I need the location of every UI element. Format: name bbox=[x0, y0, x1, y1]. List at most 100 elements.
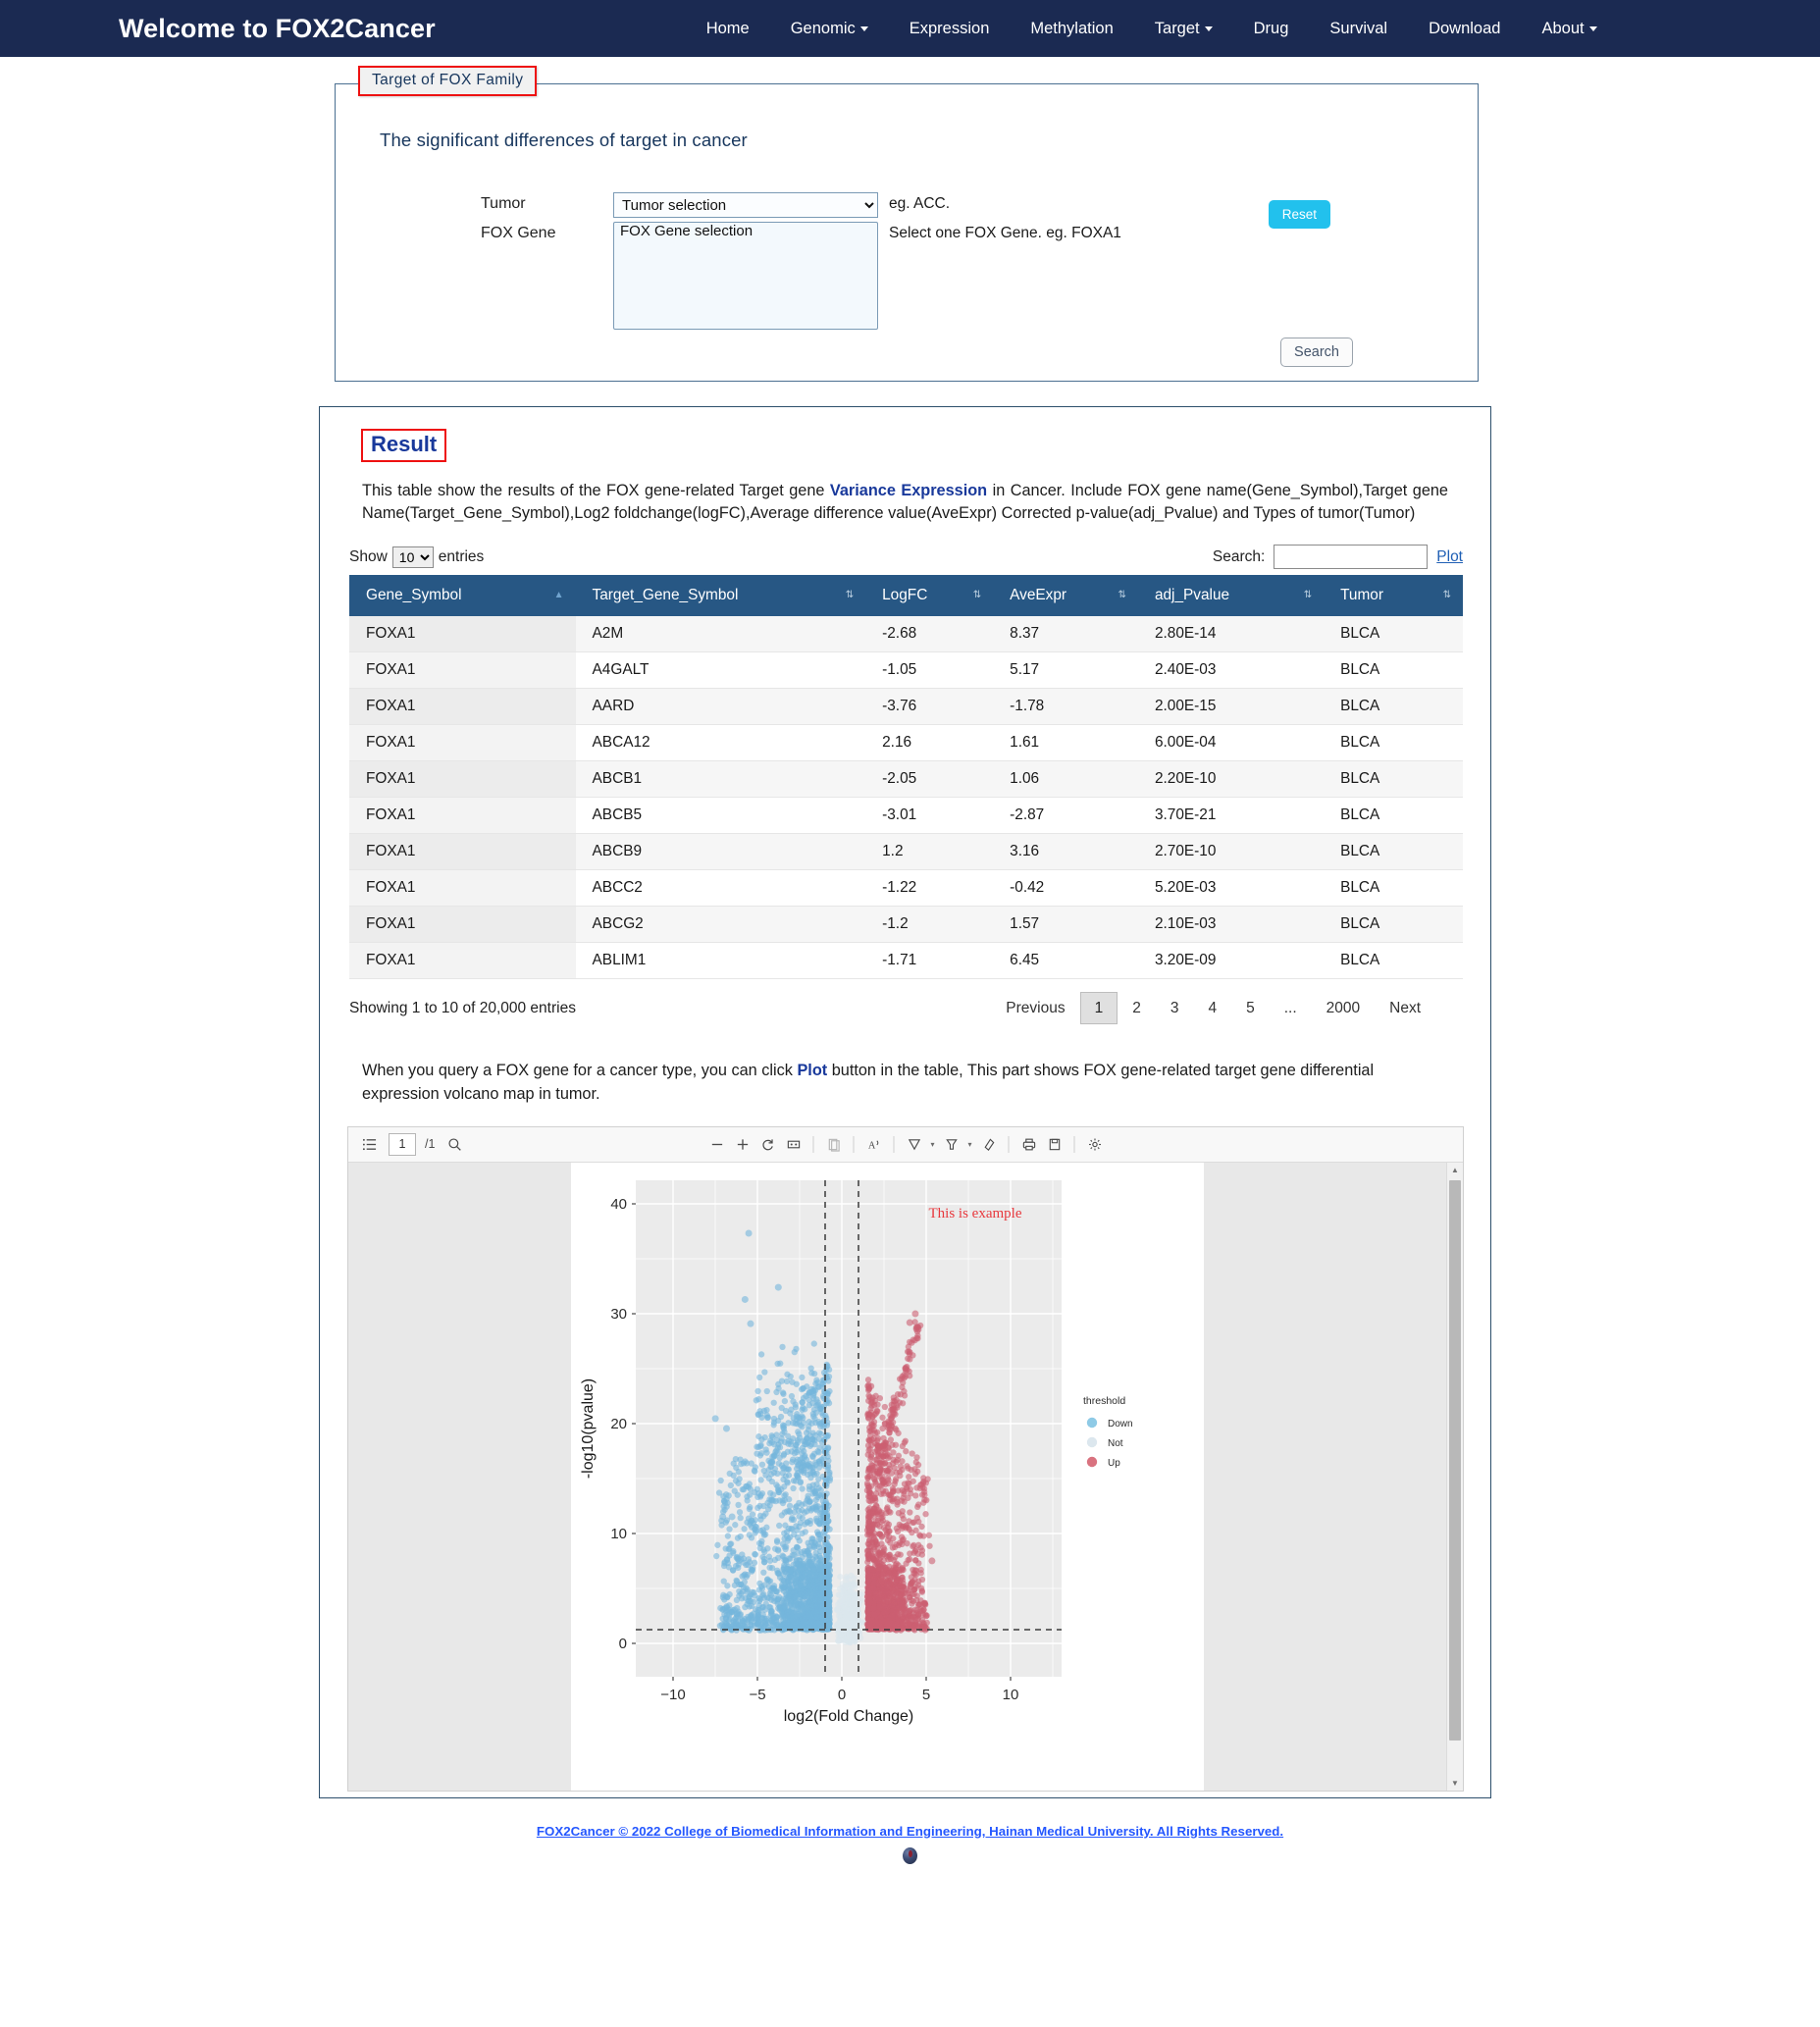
highlight-icon[interactable] bbox=[903, 1133, 924, 1155]
cell-target-gene: ABCB5 bbox=[575, 797, 866, 835]
cell-aveexpr: 8.37 bbox=[993, 616, 1138, 653]
fox-gene-listbox[interactable]: FOX Gene selection bbox=[613, 222, 878, 330]
thumbnails-icon[interactable] bbox=[358, 1133, 380, 1155]
page-4[interactable]: 4 bbox=[1193, 992, 1231, 1024]
col-label: AveExpr bbox=[1010, 587, 1067, 604]
legend-label-not: Not bbox=[1108, 1438, 1123, 1449]
page-view-icon[interactable] bbox=[822, 1133, 844, 1155]
page-2[interactable]: 2 bbox=[1118, 992, 1156, 1024]
table-row[interactable]: FOXA1 ABCB9 1.2 3.16 2.70E-10 BLCA bbox=[349, 833, 1463, 871]
table-row[interactable]: FOXA1 AARD -3.76 -1.78 2.00E-15 BLCA bbox=[349, 688, 1463, 726]
nav-item-home[interactable]: Home bbox=[686, 12, 770, 46]
col-header-aveexpr[interactable]: AveExpr ⇅ bbox=[993, 575, 1138, 617]
nav-item-methylation[interactable]: Methylation bbox=[1010, 12, 1133, 46]
rotate-icon[interactable] bbox=[756, 1133, 778, 1155]
print-icon[interactable] bbox=[1018, 1133, 1040, 1155]
cell-adj-pvalue: 6.00E-04 bbox=[1137, 724, 1325, 762]
nav-item-survival[interactable]: Survival bbox=[1309, 12, 1408, 46]
draw-icon[interactable] bbox=[941, 1133, 962, 1155]
results-table: Gene_Symbol ▲ Target_Gene_Symbol ⇅ LogFC ⇅ … bbox=[349, 575, 1463, 980]
page-previous[interactable]: Previous bbox=[991, 992, 1079, 1024]
scroll-down-icon[interactable]: ▼ bbox=[1447, 1776, 1463, 1791]
scroll-up-icon[interactable]: ▲ bbox=[1447, 1163, 1463, 1178]
plot-intro-text: When you query a FOX gene for a cancer t… bbox=[362, 1060, 1448, 1106]
nav-item-about[interactable]: About bbox=[1521, 12, 1617, 46]
table-row[interactable]: FOXA1 ABLIM1 -1.71 6.45 3.20E-09 BLCA bbox=[349, 942, 1463, 980]
cell-tumor: BLCA bbox=[1324, 869, 1463, 908]
table-row[interactable]: FOXA1 ABCB1 -2.05 1.06 2.20E-10 BLCA bbox=[349, 760, 1463, 799]
cell-logfc: -1.05 bbox=[865, 651, 994, 690]
y-axis-label: -log10(pvalue) bbox=[580, 1377, 597, 1478]
table-body: FOXA1 A2M -2.68 8.37 2.80E-14 BLCA FOXA1 A4GAL… bbox=[349, 616, 1463, 980]
plot-link[interactable]: Plot bbox=[1436, 548, 1463, 566]
sort-icon: ⇅ bbox=[1303, 590, 1313, 601]
cell-gene-symbol: FOXA1 bbox=[349, 869, 576, 908]
zoom-in-icon[interactable] bbox=[731, 1133, 753, 1155]
col-header-gene-symbol[interactable]: Gene_Symbol ▲ bbox=[349, 575, 576, 617]
page-1[interactable]: 1 bbox=[1079, 992, 1118, 1025]
nav-item-expression[interactable]: Expression bbox=[889, 12, 1011, 46]
site-brand: Welcome to FOX2Cancer bbox=[119, 13, 436, 43]
legend-swatch-not bbox=[1086, 1436, 1098, 1447]
settings-icon[interactable] bbox=[1084, 1133, 1106, 1155]
cell-target-gene: ABCA12 bbox=[575, 724, 866, 762]
table-row[interactable]: FOXA1 ABCB5 -3.01 -2.87 3.70E-21 BLCA bbox=[349, 797, 1463, 835]
pdf-page-canvas: This is example 0 10 20 30 40 -log10(pva… bbox=[571, 1162, 1204, 1791]
table-row[interactable]: FOXA1 A4GALT -1.05 5.17 2.40E-03 BLCA bbox=[349, 651, 1463, 690]
table-row[interactable]: FOXA1 ABCA12 2.16 1.61 6.00E-04 BLCA bbox=[349, 724, 1463, 762]
page-5[interactable]: 5 bbox=[1231, 992, 1270, 1024]
nav-item-drug[interactable]: Drug bbox=[1233, 12, 1310, 46]
cell-target-gene: ABLIM1 bbox=[575, 942, 866, 980]
table-row[interactable]: FOXA1 ABCG2 -1.2 1.57 2.10E-03 BLCA bbox=[349, 906, 1463, 944]
legend-label-down: Down bbox=[1108, 1419, 1133, 1429]
footer-copyright-link[interactable]: FOX2Cancer © 2022 College of Biomedical … bbox=[537, 1824, 1283, 1839]
page-2000[interactable]: 2000 bbox=[1312, 992, 1375, 1024]
page-3[interactable]: 3 bbox=[1156, 992, 1194, 1024]
pdf-scrollbar[interactable]: ▲ ▼ bbox=[1446, 1162, 1463, 1791]
cell-target-gene: ABCC2 bbox=[575, 869, 866, 908]
read-aloud-icon[interactable]: A bbox=[862, 1133, 884, 1155]
page-next[interactable]: Next bbox=[1375, 992, 1435, 1024]
toolbar-divider bbox=[893, 1135, 895, 1153]
col-header-logfc[interactable]: LogFC ⇅ bbox=[865, 575, 994, 617]
chevron-down-icon[interactable]: ▾ bbox=[928, 1140, 936, 1149]
form-search-button[interactable]: Search bbox=[1280, 338, 1353, 367]
sort-icon: ⇅ bbox=[972, 590, 982, 601]
cell-adj-pvalue: 2.10E-03 bbox=[1137, 906, 1325, 944]
pdf-page-input[interactable] bbox=[389, 1132, 416, 1156]
zoom-out-icon[interactable] bbox=[705, 1133, 727, 1155]
save-icon[interactable] bbox=[1044, 1133, 1066, 1155]
entries-length-select[interactable]: 10 bbox=[391, 546, 434, 568]
col-header-adj-pvalue[interactable]: adj_Pvalue ⇅ bbox=[1137, 575, 1325, 617]
cell-logfc: 2.16 bbox=[865, 724, 994, 762]
search-button-wrap: Search bbox=[336, 338, 1478, 367]
plot-intro-part1: When you query a FOX gene for a cancer t… bbox=[362, 1062, 798, 1080]
cell-tumor: BLCA bbox=[1324, 616, 1463, 653]
fit-width-icon[interactable] bbox=[782, 1133, 804, 1155]
table-row[interactable]: FOXA1 A2M -2.68 8.37 2.80E-14 BLCA bbox=[349, 616, 1463, 653]
main-nav: Home Genomic Expression Methylation Targ… bbox=[686, 12, 1618, 46]
datatable-pagination: Previous 1 2 3 4 5 ... 2000 Next bbox=[991, 992, 1435, 1025]
tumor-select[interactable]: Tumor selection bbox=[613, 192, 878, 218]
table-row[interactable]: FOXA1 ABCC2 -1.22 -0.42 5.20E-03 BLCA bbox=[349, 869, 1463, 908]
search-icon[interactable] bbox=[443, 1133, 465, 1155]
erase-icon[interactable] bbox=[978, 1133, 1000, 1155]
panel-title: The significant differences of target in… bbox=[380, 130, 748, 150]
nav-item-download[interactable]: Download bbox=[1408, 12, 1521, 46]
cell-target-gene: A4GALT bbox=[575, 651, 866, 690]
scrollbar-thumb[interactable] bbox=[1449, 1179, 1461, 1741]
cell-adj-pvalue: 5.20E-03 bbox=[1137, 869, 1325, 908]
reset-button[interactable]: Reset bbox=[1268, 200, 1330, 229]
col-header-target-gene-symbol[interactable]: Target_Gene_Symbol ⇅ bbox=[575, 575, 866, 617]
chevron-down-icon[interactable]: ▾ bbox=[966, 1140, 974, 1149]
nav-item-genomic[interactable]: Genomic bbox=[770, 12, 889, 46]
cell-aveexpr: -0.42 bbox=[993, 869, 1138, 908]
xtick-label: 0 bbox=[838, 1687, 846, 1703]
cell-gene-symbol: FOXA1 bbox=[349, 906, 576, 944]
datatable-search-input[interactable] bbox=[1274, 545, 1429, 570]
nav-item-target[interactable]: Target bbox=[1134, 12, 1233, 46]
sort-ascending-icon: ▲ bbox=[553, 590, 564, 601]
nav-label: Home bbox=[705, 19, 750, 37]
chevron-down-icon bbox=[859, 26, 868, 31]
col-header-tumor[interactable]: Tumor ⇅ bbox=[1324, 575, 1463, 617]
